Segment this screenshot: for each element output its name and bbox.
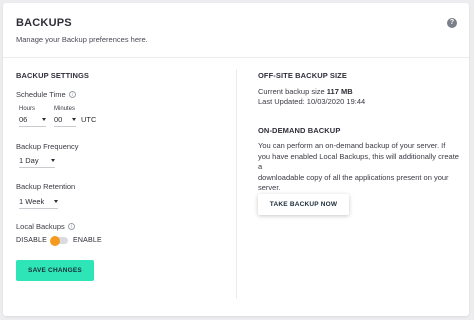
current-size-label: Current backup size	[258, 87, 325, 96]
info-icon[interactable]: i	[68, 91, 76, 98]
retention-label: Backup Retention	[16, 182, 76, 191]
column-divider	[236, 69, 237, 299]
offsite-title: OFF-SITE BACKUP SIZE	[258, 71, 347, 80]
header-divider	[3, 57, 469, 58]
description-line: downloadable copy of all the application…	[258, 172, 449, 182]
schedule-time-label: Schedule Time i	[16, 90, 76, 99]
local-backups-toggle[interactable]	[49, 235, 68, 246]
save-changes-button[interactable]: SAVE CHANGES	[16, 260, 94, 281]
minutes-label: Minutes	[54, 106, 76, 112]
enable-label: ENABLE	[72, 237, 102, 244]
toggle-knob[interactable]	[49, 235, 60, 246]
backups-card: BACKUPS Manage your Backup preferences h…	[3, 3, 469, 316]
minutes-select[interactable]: 00	[54, 115, 76, 127]
retention-select[interactable]: 1 Week	[19, 197, 58, 209]
local-backups-toggle-row: DISABLE ENABLE	[16, 235, 102, 246]
frequency-label: Backup Frequency	[16, 142, 79, 151]
chevron-down-icon	[54, 200, 58, 203]
minutes-value: 00	[54, 115, 63, 124]
hours-label: Hours	[19, 106, 36, 112]
description-line: you have enabled Local Backups, this wil…	[258, 151, 459, 172]
chevron-down-icon	[42, 118, 46, 121]
page-subtitle: Manage your Backup preferences here.	[16, 35, 148, 44]
last-updated: Last Updated: 10/03/2020 19:44	[258, 97, 366, 106]
on-demand-description: You can perform an on-demand backup of y…	[258, 141, 463, 194]
timezone-label: UTC	[81, 115, 97, 124]
disable-label: DISABLE	[16, 237, 47, 244]
current-size-line: Current backup size 117 MB	[258, 87, 353, 98]
hours-select[interactable]: 06	[19, 115, 46, 127]
on-demand-title: ON-DEMAND BACKUP	[258, 126, 341, 135]
backup-settings-title: BACKUP SETTINGS	[16, 71, 90, 80]
take-backup-now-button[interactable]: TAKE BACKUP NOW	[258, 194, 349, 215]
question-icon[interactable]: ?	[447, 18, 457, 28]
chevron-down-icon	[72, 118, 76, 121]
info-icon[interactable]: i	[67, 223, 75, 230]
chevron-down-icon	[51, 159, 55, 162]
page-title: BACKUPS	[16, 17, 72, 29]
local-backups-label: Local Backups i	[16, 222, 75, 231]
hours-value: 06	[19, 115, 28, 124]
frequency-select[interactable]: 1 Day	[19, 156, 55, 168]
description-line: You can perform an on-demand backup of y…	[258, 141, 446, 150]
frequency-value: 1 Day	[19, 156, 39, 165]
retention-value: 1 Week	[19, 197, 45, 206]
current-size-value: 117 MB	[326, 87, 353, 96]
description-line: server.	[258, 183, 281, 192]
